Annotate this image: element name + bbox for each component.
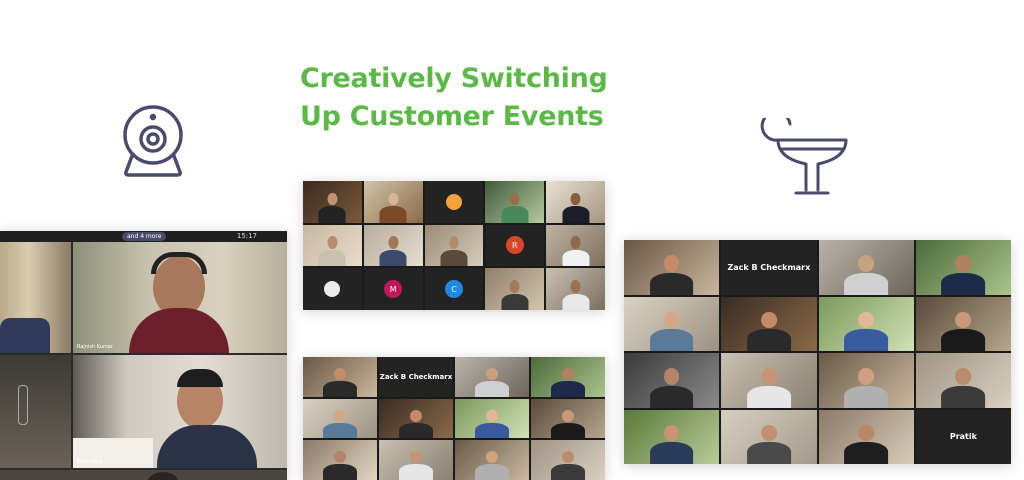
headline-line-2: Up Customer Events xyxy=(300,101,604,132)
video-tile: Zack B Checkmarx xyxy=(721,240,817,295)
video-tile xyxy=(915,296,1011,351)
video-tile xyxy=(721,296,817,351)
video-tile xyxy=(455,398,529,439)
headline-line-1: Creatively Switching xyxy=(300,63,608,94)
video-tile xyxy=(379,398,453,439)
participant-name-card: Pratik xyxy=(949,432,977,442)
video-tile xyxy=(303,224,362,267)
webcam-icon xyxy=(120,104,186,178)
avatar: M xyxy=(384,280,403,299)
participant-name: Rajnish Kumar xyxy=(77,344,113,350)
video-tile: C xyxy=(424,268,484,310)
video-tile xyxy=(624,296,720,351)
video-tile xyxy=(721,409,817,464)
video-tile xyxy=(624,409,720,464)
avatar: R xyxy=(505,236,524,255)
video-tile: Nitin Garg xyxy=(73,355,287,468)
video-tile xyxy=(624,353,720,408)
headline: Creatively Switching Up Customer Events xyxy=(300,60,620,136)
video-call-screenshot-middle-bottom: Zack B Checkmarx xyxy=(303,357,605,480)
video-tile xyxy=(303,440,377,480)
video-tile xyxy=(363,224,423,267)
video-tile xyxy=(303,268,362,310)
video-tile xyxy=(363,181,423,223)
video-tile xyxy=(0,355,71,468)
video-tile xyxy=(818,353,914,408)
video-tile xyxy=(303,398,377,439)
video-tile xyxy=(818,296,914,351)
host-name-card: Zack B Checkmarx xyxy=(727,262,811,272)
video-tile xyxy=(0,242,71,353)
video-tile: Zack B Checkmarx xyxy=(379,357,453,397)
video-call-screenshot-middle-top: R M C xyxy=(303,181,605,310)
video-tile xyxy=(455,440,529,480)
video-tile xyxy=(546,224,605,267)
video-tile xyxy=(721,353,817,408)
video-call-screenshot-right: Zack B Checkmarx Pratik xyxy=(624,240,1011,464)
participants-pill: and 4 more xyxy=(122,232,167,241)
video-tile xyxy=(0,470,287,480)
video-tile xyxy=(455,357,529,397)
video-tile xyxy=(303,357,377,397)
avatar: C xyxy=(444,280,463,299)
video-tile xyxy=(818,240,914,295)
video-tile: Pratik xyxy=(915,409,1011,464)
video-tile xyxy=(546,268,605,310)
video-tile xyxy=(915,353,1011,408)
video-tile: M xyxy=(363,268,423,310)
host-name-card: Zack B Checkmarx xyxy=(379,372,453,381)
video-tile xyxy=(424,224,484,267)
video-tile xyxy=(531,398,605,439)
cocktail-icon xyxy=(756,118,854,198)
video-tile xyxy=(485,181,545,223)
video-call-screenshot-left: and 4 more 15:17 Rajnish Kumar Nitin Gar… xyxy=(0,231,287,480)
participant-name: Nitin Garg xyxy=(77,459,103,465)
video-tile xyxy=(818,409,914,464)
video-tile: Rajnish Kumar xyxy=(73,242,287,353)
video-tile: R xyxy=(485,224,545,267)
video-tile xyxy=(915,240,1011,295)
video-tile xyxy=(531,440,605,480)
video-tile xyxy=(424,181,484,223)
video-tile xyxy=(531,357,605,397)
call-clock: 15:17 xyxy=(236,232,257,240)
video-tile xyxy=(485,268,545,310)
video-tile xyxy=(546,181,605,223)
video-tile xyxy=(379,440,453,480)
video-tile xyxy=(624,240,720,295)
video-tile xyxy=(303,181,362,223)
call-top-bar: and 4 more 15:17 xyxy=(0,231,287,242)
